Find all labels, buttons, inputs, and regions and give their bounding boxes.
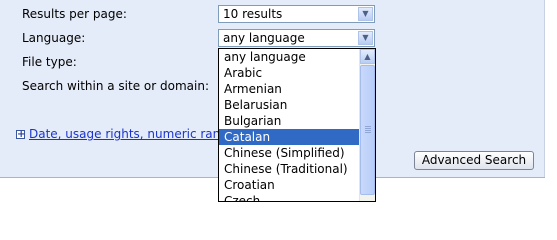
- language-label: Language:: [22, 31, 86, 45]
- chevron-down-icon[interactable]: ▼: [358, 7, 373, 21]
- plus-icon[interactable]: +: [16, 130, 25, 140]
- grip-line: [365, 130, 371, 131]
- language-value: any language: [223, 31, 305, 45]
- dropdown-scrollbar[interactable]: ▲: [359, 49, 375, 201]
- language-option[interactable]: Czech: [219, 193, 360, 201]
- grip-line: [365, 126, 371, 127]
- language-option[interactable]: Chinese (Simplified): [219, 145, 360, 161]
- advanced-search-button[interactable]: Advanced Search: [414, 151, 534, 170]
- results-per-page-label: Results per page:: [22, 7, 127, 21]
- language-option[interactable]: Chinese (Traditional): [219, 161, 360, 177]
- chevron-up-icon[interactable]: ▲: [360, 49, 375, 64]
- language-option[interactable]: Belarusian: [219, 97, 360, 113]
- language-select[interactable]: any language ▼: [218, 29, 375, 47]
- language-option[interactable]: Bulgarian: [219, 113, 360, 129]
- language-option-highlighted[interactable]: Catalan: [219, 129, 360, 145]
- chevron-down-icon[interactable]: ▼: [358, 31, 373, 45]
- language-option[interactable]: Arabic: [219, 65, 360, 81]
- language-option[interactable]: Armenian: [219, 81, 360, 97]
- more-options-link[interactable]: Date, usage rights, numeric rang: [29, 127, 228, 141]
- language-option[interactable]: Croatian: [219, 177, 360, 193]
- scrollbar-thumb[interactable]: [360, 65, 375, 195]
- more-options-row[interactable]: + Date, usage rights, numeric rang: [16, 127, 228, 141]
- results-per-page-value: 10 results: [223, 7, 283, 21]
- results-per-page-select[interactable]: 10 results ▼: [218, 5, 375, 23]
- grip-line: [365, 128, 371, 129]
- site-domain-label: Search within a site or domain:: [22, 79, 209, 93]
- grip-line: [365, 132, 371, 133]
- language-option[interactable]: any language: [219, 49, 360, 65]
- file-type-label: File type:: [22, 55, 77, 69]
- language-dropdown-list[interactable]: any language Arabic Armenian Belarusian …: [218, 48, 376, 202]
